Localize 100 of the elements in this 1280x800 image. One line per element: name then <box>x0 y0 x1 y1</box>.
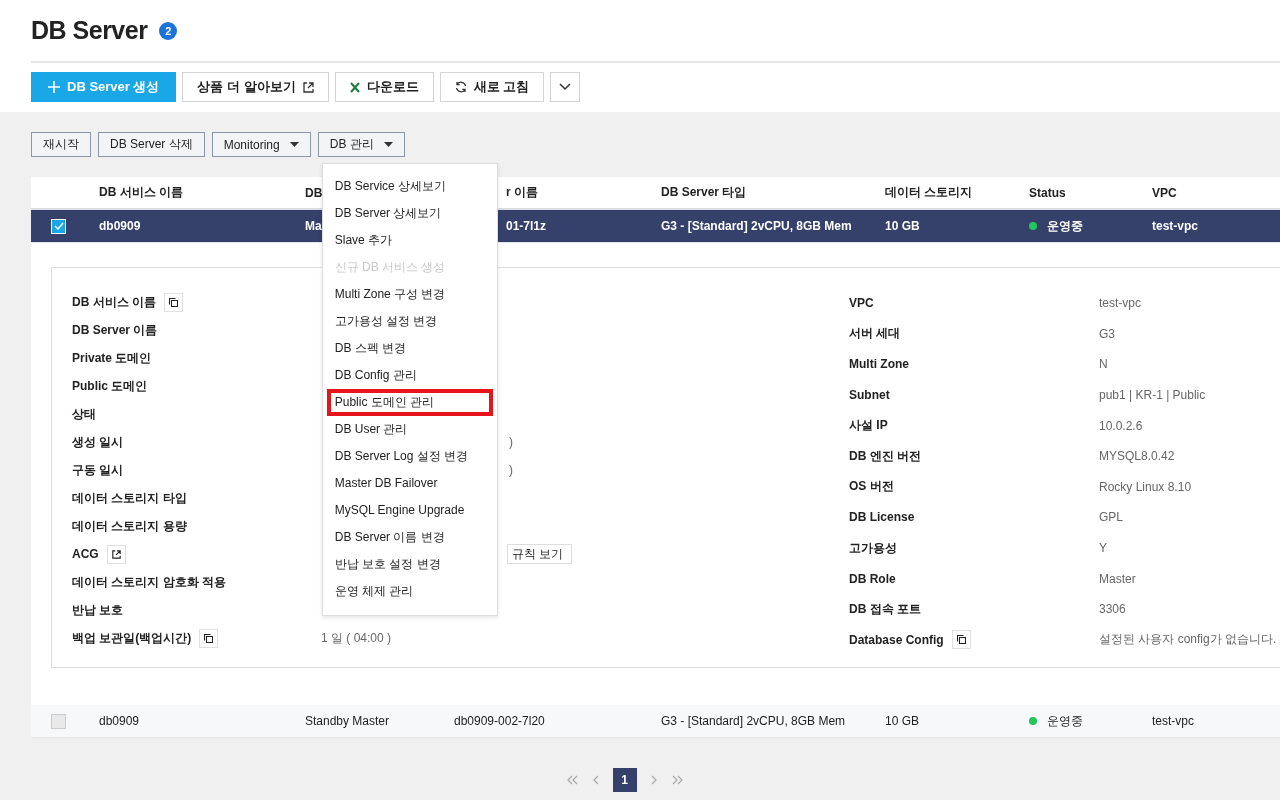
menu-item[interactable]: DB Server 상세보기 <box>322 200 497 227</box>
menu-item[interactable]: Public 도메인 관리 <box>326 389 493 416</box>
action-button[interactable]: DB 관리 <box>317 132 405 157</box>
detail-value: 10.0.2.6 <box>1099 418 1143 433</box>
column-header: Status <box>1029 185 1066 200</box>
detail-value: MYSQL8.0.42 <box>1099 449 1175 464</box>
detail-value: GPL <box>1099 510 1123 525</box>
table-cell: Standby Master <box>305 714 390 729</box>
detail-label: Private 도메인 <box>72 349 152 367</box>
menu-item[interactable]: DB Server Log 설정 변경 <box>322 443 497 470</box>
detail-label: 구동 일시 <box>72 461 124 479</box>
action-button[interactable]: Monitoring <box>211 132 311 157</box>
table-cell: Ma <box>305 219 322 233</box>
detail-value: pub1 | KR-1 | Public <box>1099 388 1206 403</box>
previous-page-icon[interactable] <box>591 775 599 786</box>
external-link-icon <box>302 81 314 93</box>
download-button[interactable]: 다운로드 <box>334 72 434 102</box>
detail-value: Rocky Linux 8.10 <box>1099 479 1192 494</box>
detail-label: DB Role <box>849 571 896 586</box>
action-button[interactable]: DB Server 삭제 <box>98 132 205 157</box>
detail-value: ) <box>509 463 513 477</box>
more-button[interactable] <box>550 72 581 102</box>
table-cell: test-vpc <box>1152 714 1194 729</box>
table-cell: G3 - [Standard] 2vCPU, 8GB Mem <box>661 219 852 233</box>
copy-icon[interactable] <box>951 630 971 650</box>
table-cell: db0909 <box>99 219 141 233</box>
column-header: VPC <box>1152 185 1177 200</box>
first-page-icon[interactable] <box>565 775 578 786</box>
menu-item[interactable]: DB Service 상세보기 <box>322 173 497 200</box>
column-header: DB 서비스 이름 <box>99 185 183 199</box>
spreadsheet-x-icon <box>349 81 360 93</box>
copy-icon[interactable] <box>164 292 183 312</box>
detail-label: 데이터 스토리지 암호화 적용 <box>72 573 226 591</box>
row-checkbox[interactable] <box>51 713 66 729</box>
table-cell: 10 GB <box>885 714 920 729</box>
table-cell: 01-7l1z <box>506 219 547 233</box>
detail-label: 서버 세대 <box>849 325 901 343</box>
detail-label: 생성 일시 <box>72 433 124 451</box>
menu-item[interactable]: DB Config 관리 <box>322 362 497 389</box>
detail-label: 데이터 스토리지 타입 <box>72 489 187 507</box>
caret-icon <box>383 142 393 147</box>
detail-label: Public 도메인 <box>72 377 148 395</box>
refresh-button[interactable]: 새로 고침 <box>439 72 545 102</box>
external-link-icon[interactable] <box>106 544 126 564</box>
detail-value: Y <box>1099 541 1107 556</box>
menu-item[interactable]: Multi Zone 구성 변경 <box>322 281 497 308</box>
detail-label: Database Config <box>849 632 944 647</box>
menu-item[interactable]: 운영 체제 관리 <box>322 578 497 605</box>
detail-label: 사설 IP <box>849 417 888 435</box>
detail-label: DB License <box>849 510 915 525</box>
action-button[interactable]: 재시작 <box>31 132 91 157</box>
status-text: 운영중 <box>1047 217 1083 235</box>
detail-value: 설정된 사용자 config가 없습니다. <box>1099 631 1277 649</box>
column-header: DB <box>305 185 323 200</box>
menu-item[interactable]: 반납 보호 설정 변경 <box>322 551 497 578</box>
page-button[interactable]: 1 <box>612 768 637 793</box>
menu-item[interactable]: Slave 추가 <box>322 227 497 254</box>
copy-icon[interactable] <box>199 628 219 648</box>
rules-button[interactable]: 규칙 보기 <box>507 544 573 564</box>
chevron-down-icon <box>559 83 572 91</box>
status-text: 운영중 <box>1047 712 1083 730</box>
menu-item[interactable]: Master DB Failover <box>322 470 497 497</box>
plus-icon <box>48 81 60 93</box>
detail-label: 데이터 스토리지 용량 <box>72 517 187 535</box>
table-cell: db0909-002-7l20 <box>454 714 545 729</box>
detail-label: 고가용성 <box>849 539 897 557</box>
detail-label: Subnet <box>849 388 890 403</box>
detail-label: Multi Zone <box>849 357 909 372</box>
refresh-icon <box>454 81 467 93</box>
column-header: DB Server 타입 <box>661 185 747 199</box>
detail-label: DB Server 이름 <box>72 321 158 339</box>
column-header: r 이름 <box>506 185 538 199</box>
detail-value: ) <box>509 435 513 449</box>
menu-item[interactable]: 고가용성 설정 변경 <box>322 308 497 335</box>
detail-label: OS 버전 <box>849 478 894 496</box>
detail-label: ACG <box>72 547 99 561</box>
menu-item[interactable]: DB Server 이름 변경 <box>322 524 497 551</box>
detail-label: DB 서비스 이름 <box>72 293 156 311</box>
menu-item[interactable]: MySQL Engine Upgrade <box>322 497 497 524</box>
count-badge: 2 <box>159 21 178 40</box>
menu-item[interactable]: DB User 관리 <box>322 416 497 443</box>
table-cell: 10 GB <box>885 219 920 233</box>
detail-value: 3306 <box>1099 602 1126 617</box>
detail-label: VPC <box>849 296 874 311</box>
menu-item[interactable]: DB 스펙 변경 <box>322 335 497 362</box>
last-page-icon[interactable] <box>671 775 684 786</box>
learn-more-button[interactable]: 상품 더 알아보기 <box>182 72 329 102</box>
detail-value: 1 일 ( 04:00 ) <box>321 629 392 647</box>
page-title: DB Server <box>31 16 148 45</box>
caret-icon <box>289 142 299 147</box>
detail-value: N <box>1099 357 1108 372</box>
detail-label: DB 엔진 버전 <box>849 447 921 465</box>
next-page-icon[interactable] <box>650 775 658 786</box>
table-cell: db0909 <box>99 714 140 729</box>
detail-value: G3 <box>1099 326 1115 341</box>
detail-value: test-vpc <box>1099 296 1141 311</box>
column-header: 데이터 스토리지 <box>885 185 973 199</box>
detail-value: Master <box>1099 571 1136 586</box>
detail-label: DB 접속 포트 <box>849 600 921 618</box>
table-cell: G3 - [Standard] 2vCPU, 8GB Mem <box>661 714 846 729</box>
